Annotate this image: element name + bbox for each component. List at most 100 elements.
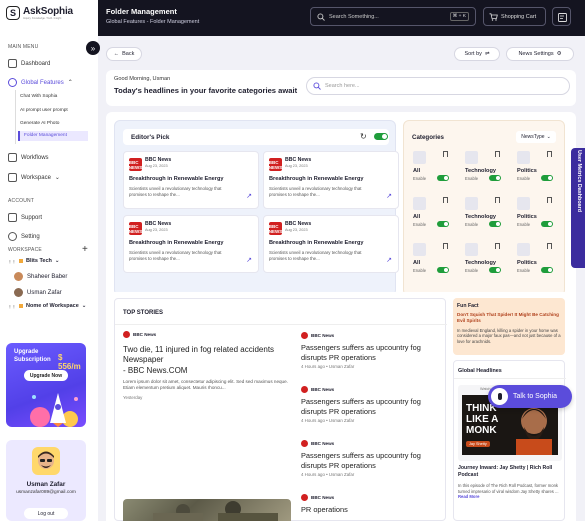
category-name: All xyxy=(413,214,421,220)
bookmark-icon[interactable] xyxy=(547,151,552,157)
news-card[interactable]: BBC NEWS BBC News Aug 23, 2023 Breakthro… xyxy=(123,151,259,209)
member-shaheer-baber[interactable]: Shaheer Baber xyxy=(14,272,67,281)
news-card[interactable]: BBC NEWS BBC News Aug 23, 2023 Breakthro… xyxy=(263,151,399,209)
member-usman-zafar[interactable]: Usman Zafar xyxy=(14,288,62,297)
sidebar-item-support[interactable]: Support xyxy=(8,213,42,222)
bookmark-icon[interactable] xyxy=(443,197,448,203)
story-item[interactable]: BBC News PR operations xyxy=(301,494,441,517)
category-item[interactable]: All Enable xyxy=(412,243,450,287)
category-toggle[interactable] xyxy=(541,267,553,273)
notes-button[interactable] xyxy=(552,7,571,26)
story-item[interactable]: BBC News Passengers suffers as upcountry … xyxy=(301,386,441,423)
category-item[interactable]: All Enable xyxy=(412,151,450,195)
story-title: Passengers suffers as upcountry fog disr… xyxy=(301,343,421,362)
bookmark-icon[interactable] xyxy=(443,151,448,157)
main-menu-label: MAIN MENU xyxy=(8,44,39,50)
category-toggle[interactable] xyxy=(489,267,501,273)
category-item[interactable]: Politics Enable xyxy=(516,151,554,195)
lead-story-image[interactable] xyxy=(123,499,291,521)
category-item[interactable]: Technology Enable xyxy=(464,197,502,241)
news-date: Aug 23, 2023 xyxy=(145,228,168,232)
submenu-folder-management[interactable]: Folder Management xyxy=(18,131,88,141)
logo-icon: S xyxy=(6,6,20,20)
collapse-sidebar-button[interactable]: » xyxy=(86,41,100,55)
sidebar-item-label: Support xyxy=(21,214,43,221)
refresh-icon[interactable]: ↻ xyxy=(360,132,367,141)
news-card[interactable]: BBC NEWS BBC News Aug 23, 2023 Breakthro… xyxy=(263,215,399,273)
story-item[interactable]: BBC News Passengers suffers as upcountry … xyxy=(301,440,441,477)
arrow-up-right-icon[interactable]: ↗ xyxy=(386,256,392,264)
sidebar-item-dashboard[interactable]: Dashboard xyxy=(8,59,50,68)
sidebar-item-workspace[interactable]: Workspace ⌄ xyxy=(8,173,60,182)
picks-section: Editor's Pick ↻ BBC NEWS BBC News Aug 23… xyxy=(106,112,576,302)
category-toggle[interactable] xyxy=(541,221,553,227)
editors-pick-toggle[interactable] xyxy=(374,133,388,140)
workspace-nome-of-workspace[interactable]: ⋮⋮ Nome of Workspace ⌄ xyxy=(8,303,86,309)
bookmark-icon[interactable] xyxy=(443,243,448,249)
category-item[interactable]: Technology Enable xyxy=(464,243,502,287)
category-image xyxy=(517,151,530,164)
global-search[interactable]: Search Something... ⌘ + K xyxy=(310,7,476,26)
category-enable-label: Enable xyxy=(413,222,427,227)
category-item[interactable]: Politics Enable xyxy=(516,243,554,287)
headline-search-input[interactable]: Search here... xyxy=(306,77,570,95)
category-toggle[interactable] xyxy=(437,175,449,181)
category-image xyxy=(517,197,530,210)
submenu-ai-prompt[interactable]: AI prompt user prompt xyxy=(20,108,68,113)
read-more-link[interactable]: Read More xyxy=(458,494,479,499)
submenu-chat-with-sophia[interactable]: Chat With Sophia xyxy=(20,94,57,99)
profile-card: Usman Zafar usmanzafar089@gmail.com Log … xyxy=(6,440,86,521)
sidebar-item-label: Setting xyxy=(21,233,40,240)
arrow-up-right-icon[interactable]: ↗ xyxy=(246,256,252,264)
arrow-up-right-icon[interactable]: ↗ xyxy=(246,192,252,200)
add-workspace-icon[interactable]: + xyxy=(82,244,88,255)
category-item[interactable]: All Enable xyxy=(412,197,450,241)
news-type-dropdown[interactable]: NewsType ⌄ xyxy=(516,131,556,143)
dashboard-icon xyxy=(8,59,17,68)
lead-story[interactable]: BBC News Two die, 11 injured in fog rela… xyxy=(123,331,295,400)
news-settings-button[interactable]: News Settings ⚙ xyxy=(506,47,574,61)
submenu-generate-ai-photo[interactable]: Generate AI Photo xyxy=(20,121,59,126)
shopping-cart-button[interactable]: Shopping Cart xyxy=(483,7,546,26)
avatar xyxy=(32,447,60,475)
news-card[interactable]: BBC NEWS BBC News Aug 23, 2023 Breakthro… xyxy=(123,215,259,273)
arrow-up-right-icon[interactable]: ↗ xyxy=(386,192,392,200)
category-image xyxy=(517,243,530,256)
sidebar-item-global-features[interactable]: Global Features ⌃ xyxy=(8,78,73,87)
workspace-blits-tech[interactable]: ⋮⋮ Blits Tech ⌄ xyxy=(8,258,60,264)
sidebar-item-setting[interactable]: Setting xyxy=(8,232,40,241)
back-button[interactable]: ← Back xyxy=(106,47,142,61)
sort-by-button[interactable]: Sort by ⇌ xyxy=(454,47,500,61)
sidebar: S AskSophia Inquiry. Knowledge. Truth. I… xyxy=(0,0,92,521)
category-item[interactable]: Politics Enable xyxy=(516,197,554,241)
category-name: Technology xyxy=(465,214,496,220)
category-item[interactable]: Technology Enable xyxy=(464,151,502,195)
user-metrics-tab[interactable]: User Metrics Dashboard xyxy=(571,148,585,268)
category-toggle[interactable] xyxy=(437,221,449,227)
category-name: All xyxy=(413,168,421,174)
fun-fact-body: In medieval England, killing a spider in… xyxy=(457,328,561,344)
app-logo[interactable]: S AskSophia Inquiry. Knowledge. Truth. I… xyxy=(6,6,73,20)
headline-title[interactable]: Journey Inward: Jay Shetty | Rich Roll P… xyxy=(458,465,562,479)
story-item[interactable]: BBC News Passengers suffers as upcountry … xyxy=(301,332,441,369)
story-meta: 4 Hours ago • Usman Zafar xyxy=(301,472,355,478)
bookmark-icon[interactable] xyxy=(547,243,552,249)
chevron-down-icon: ⌄ xyxy=(546,134,551,140)
category-toggle[interactable] xyxy=(489,221,501,227)
bookmark-icon[interactable] xyxy=(495,197,500,203)
bbc-logo-icon: BBC NEWS xyxy=(268,222,283,235)
category-toggle[interactable] xyxy=(489,175,501,181)
upgrade-now-button[interactable]: Upgrade Now xyxy=(24,370,68,381)
upgrade-price: $ 556/m xyxy=(58,353,81,371)
category-image xyxy=(465,243,478,256)
news-title: Breakthrough in Renewable Energy xyxy=(129,176,224,182)
category-toggle[interactable] xyxy=(437,267,449,273)
cart-icon xyxy=(489,12,498,21)
sidebar-item-workflows[interactable]: Workflows xyxy=(8,153,49,162)
category-toggle[interactable] xyxy=(541,175,553,181)
talk-to-sophia-button[interactable]: Talk to Sophia xyxy=(488,385,572,408)
bookmark-icon[interactable] xyxy=(547,197,552,203)
logout-button[interactable]: Log out xyxy=(24,508,68,519)
bookmark-icon[interactable] xyxy=(495,243,500,249)
bookmark-icon[interactable] xyxy=(495,151,500,157)
